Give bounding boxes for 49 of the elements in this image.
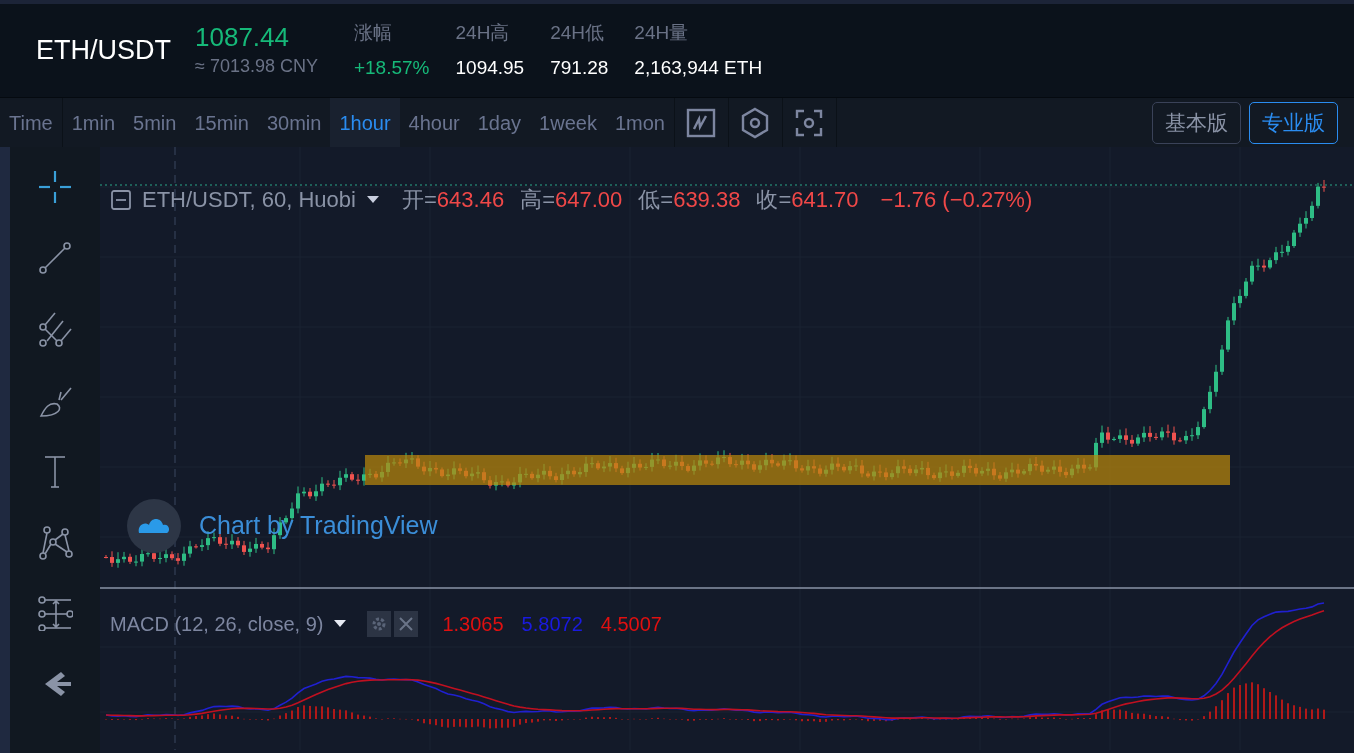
ohlc-label: 高= xyxy=(520,186,555,214)
settings-button[interactable] xyxy=(367,611,392,637)
close-button[interactable] xyxy=(394,611,419,637)
cny-price: ≈ 7013.98 CNY xyxy=(195,55,318,78)
interval-tab[interactable]: 15min xyxy=(185,98,258,147)
cloud-logo-icon xyxy=(127,499,181,553)
ohlc-value: 639.38 xyxy=(673,186,741,214)
stat-label: 24H量 xyxy=(634,21,690,45)
caret-icon[interactable] xyxy=(333,619,348,629)
stat-label: 24H高 xyxy=(455,21,511,45)
version-button[interactable]: 专业版 xyxy=(1249,101,1338,144)
pattern-icon[interactable] xyxy=(37,524,73,560)
interval-tab[interactable]: 1mon xyxy=(605,98,674,147)
price-change: −1.76 (−0.27%) xyxy=(880,186,1033,214)
macd-value: 5.8072 xyxy=(521,612,583,637)
pitchfork-icon[interactable] xyxy=(37,311,73,347)
interval-tab[interactable]: 1day xyxy=(468,98,531,147)
macd-label: MACD (12, 26, close, 9) xyxy=(110,612,324,637)
stat-value: 1094.95 xyxy=(455,55,525,80)
version-button[interactable]: 基本版 xyxy=(1152,101,1241,144)
ohlc-value: 643.46 xyxy=(436,186,505,214)
ohlc-label: 低= xyxy=(638,186,674,214)
macd-value: 1.3065 xyxy=(442,612,504,637)
interval-tab[interactable]: 5min xyxy=(124,98,186,147)
interval-tab[interactable]: 4hour xyxy=(399,98,469,147)
crosshair-icon[interactable] xyxy=(37,169,73,205)
ohlc-value: 641.70 xyxy=(791,186,859,214)
macd-value: 4.5007 xyxy=(600,612,662,637)
interval-tab[interactable]: 30min xyxy=(257,98,331,147)
stat-value: 791.28 xyxy=(550,55,609,80)
measure-icon[interactable] xyxy=(37,595,73,631)
symbol-label[interactable]: ETH/USDT, 60, Huobi xyxy=(142,183,356,216)
interval-tab[interactable]: 1hour xyxy=(330,98,400,147)
interval-tab[interactable]: 1min xyxy=(62,98,125,147)
pair-title: ETH/USDT xyxy=(36,34,171,68)
chart-indicator-icon[interactable] xyxy=(685,106,718,139)
stat-label: 涨幅 xyxy=(353,21,393,45)
close-icon xyxy=(398,616,415,632)
interval-tab[interactable]: 1week xyxy=(530,98,606,147)
stat-value: 2,163,944 ETH xyxy=(634,55,763,80)
ohlc-label: 收= xyxy=(756,186,792,214)
caret-icon[interactable] xyxy=(365,194,380,205)
stat-label: 24H低 xyxy=(550,21,606,45)
stat-value: +18.57% xyxy=(353,55,430,80)
ohlc-label: 开= xyxy=(401,186,437,214)
ohlc-value: 647.00 xyxy=(555,186,623,214)
last-price: 1087.44 xyxy=(195,21,290,53)
trend-line-icon[interactable] xyxy=(37,240,73,276)
collapse-icon[interactable] xyxy=(110,188,132,211)
